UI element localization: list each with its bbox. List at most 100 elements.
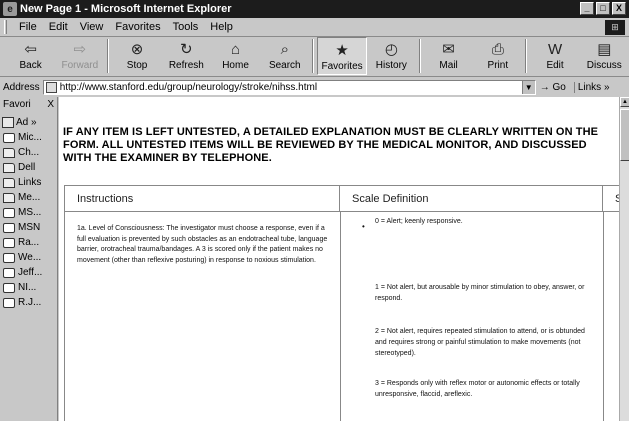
- favorite-item-label: Ra...: [18, 237, 40, 248]
- go-button[interactable]: → Go: [540, 82, 566, 93]
- discuss-label: Discuss: [586, 60, 622, 71]
- menu-edit[interactable]: Edit: [43, 21, 74, 33]
- favorite-item-label: Links: [18, 177, 42, 188]
- favorite-item[interactable]: NI...: [0, 280, 57, 295]
- discuss-icon: ▤: [597, 41, 612, 58]
- favorite-item-label: Ch...: [18, 147, 40, 158]
- maximize-button[interactable]: □: [596, 2, 610, 15]
- forward-icon: ⇨: [73, 41, 87, 58]
- favorite-item[interactable]: MS...: [0, 205, 57, 220]
- scale-item-3: 3 = Responds only with reflex motor or a…: [375, 380, 580, 398]
- history-label: History: [375, 60, 407, 71]
- favorites-add-button[interactable]: Ad »: [0, 114, 57, 130]
- web-page-icon: [3, 252, 15, 263]
- home-button[interactable]: ⌂ Home: [211, 37, 260, 75]
- favorites-pane-header: Favori X: [0, 97, 57, 111]
- edit-icon: W: [547, 40, 563, 58]
- add-favorite-icon: [2, 116, 14, 128]
- back-button[interactable]: ⇦ Back: [6, 37, 55, 75]
- toolbar-separator: [312, 39, 315, 73]
- web-page-icon: [3, 267, 15, 278]
- print-button[interactable]: ⎙ Print: [473, 37, 522, 75]
- address-input[interactable]: http://www.stanford.edu/group/neurology/…: [42, 79, 536, 95]
- favorite-item[interactable]: MSN: [0, 220, 57, 235]
- bullet-icon: •: [362, 222, 365, 231]
- scale-item-0: 0 = Alert; keenly responsive.: [375, 218, 463, 225]
- favorites-pane-close-button[interactable]: X: [47, 99, 54, 110]
- menu-favorites[interactable]: Favorites: [109, 21, 166, 33]
- toolbar-separator: [418, 39, 421, 73]
- stop-button[interactable]: ⊗ Stop: [112, 37, 161, 75]
- menu-tools[interactable]: Tools: [167, 21, 205, 33]
- page-icon: [45, 81, 57, 93]
- minimize-button[interactable]: _: [580, 2, 594, 15]
- favorite-item[interactable]: Ch...: [0, 145, 57, 160]
- header-scale-definition: Scale Definition: [340, 186, 603, 212]
- favorite-item-label: MSN: [18, 222, 41, 233]
- web-page-icon: [3, 237, 15, 248]
- links-button[interactable]: Links »: [573, 81, 610, 93]
- instruction-1a: 1a. Level of Consciousness: The investig…: [77, 225, 328, 264]
- menu-bar: File Edit View Favorites Tools Help ⊞: [0, 18, 629, 37]
- window-title: New Page 1 - Microsoft Internet Explorer: [20, 3, 232, 15]
- edit-label: Edit: [546, 60, 564, 71]
- folder-icon: [3, 147, 15, 158]
- favorite-item[interactable]: Me...: [0, 190, 57, 205]
- favorite-item-label: MS...: [18, 207, 42, 218]
- folder-icon: [3, 177, 15, 188]
- address-dropdown-button[interactable]: ▼: [521, 80, 535, 94]
- stop-icon: ⊗: [130, 41, 144, 58]
- standard-toolbar: ⇦ Back ⇨ Forward ⊗ Stop ↻ Refresh ⌂ Home ⌕ Search ★ F…: [0, 37, 629, 77]
- edit-button[interactable]: W Edit: [530, 37, 579, 75]
- menu-grip[interactable]: [4, 20, 7, 34]
- header-score: Sc: [603, 186, 619, 212]
- menu-help[interactable]: Help: [204, 21, 239, 33]
- favorite-item[interactable]: We...: [0, 250, 57, 265]
- favorite-item[interactable]: Jeff...: [0, 265, 57, 280]
- scale-item-1: 1 = Not alert, but arousable by minor st…: [375, 284, 585, 302]
- favorite-item-label: Jeff...: [18, 267, 43, 278]
- web-page-icon: [3, 282, 15, 293]
- search-icon: ⌕: [280, 40, 289, 58]
- favorite-item-label: Dell: [18, 162, 36, 173]
- folder-icon: [3, 192, 15, 203]
- favorites-button[interactable]: ★ Favorites: [317, 37, 367, 75]
- address-url[interactable]: http://www.stanford.edu/group/neurology/…: [60, 82, 317, 93]
- vertical-scrollbar[interactable]: ▲: [619, 97, 629, 421]
- back-label: Back: [19, 60, 42, 71]
- window-title-bar[interactable]: e New Page 1 - Microsoft Internet Explor…: [0, 0, 629, 18]
- stop-label: Stop: [126, 60, 148, 71]
- web-page-icon: [3, 222, 15, 233]
- scroll-thumb[interactable]: [620, 109, 629, 161]
- column-divider: [340, 212, 341, 421]
- favorites-pane-title: Favori: [3, 98, 31, 110]
- favorite-item-label: Mic...: [18, 132, 42, 143]
- ie-logo-icon: e: [3, 2, 17, 16]
- forward-button[interactable]: ⇨ Forward: [55, 37, 104, 75]
- favorite-item[interactable]: Dell: [0, 160, 57, 175]
- history-icon: ◴: [384, 41, 398, 58]
- folder-icon: [3, 162, 15, 173]
- favorites-pane: Favori X Ad » Mic... Ch... Dell Links Me... M…: [0, 97, 58, 421]
- history-button[interactable]: ◴ History: [367, 37, 416, 75]
- favorite-item[interactable]: Links: [0, 175, 57, 190]
- column-divider: [603, 212, 604, 421]
- search-button[interactable]: ⌕ Search: [260, 37, 309, 75]
- favorite-item[interactable]: Ra...: [0, 235, 57, 250]
- favorite-item-label: We...: [18, 252, 42, 263]
- favorites-list: Mic... Ch... Dell Links Me... MS... MSN Ra... We…: [0, 130, 57, 310]
- search-label: Search: [268, 60, 301, 71]
- menu-file[interactable]: File: [13, 21, 43, 33]
- scroll-up-arrow-icon[interactable]: ▲: [620, 97, 629, 107]
- address-bar: Address http://www.stanford.edu/group/ne…: [0, 78, 629, 96]
- favorite-item[interactable]: Mic...: [0, 130, 57, 145]
- toolbar-separator: [525, 39, 528, 73]
- toolbar-separator: [107, 39, 110, 73]
- refresh-button[interactable]: ↻ Refresh: [162, 37, 211, 75]
- discuss-button[interactable]: ▤ Discuss: [580, 37, 629, 75]
- close-button[interactable]: X: [612, 2, 626, 15]
- menu-view[interactable]: View: [74, 21, 110, 33]
- favorite-item-label: NI...: [18, 282, 37, 293]
- mail-button[interactable]: ✉ Mail: [424, 37, 473, 75]
- favorite-item[interactable]: R.J...: [0, 295, 57, 310]
